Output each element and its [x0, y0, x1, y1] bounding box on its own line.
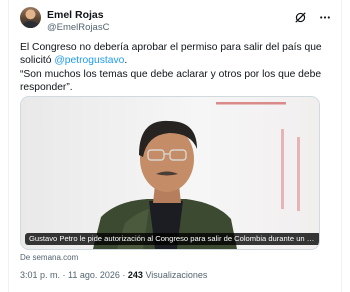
meta-separator-2: ·	[119, 270, 128, 280]
avatar[interactable]	[20, 7, 41, 28]
card-source[interactable]: De semana.com	[20, 253, 78, 262]
views-label: Visualizaciones	[145, 270, 208, 280]
timeline-right-border	[341, 0, 342, 292]
link-preview-card[interactable]: Gustavo Petro le pide autorización al Co…	[20, 96, 320, 250]
tweet-meta: 3:01 p. m. · 11 ago. 2026 · 243 Visualiz…	[20, 270, 207, 280]
author-name[interactable]: Emel Rojas	[47, 9, 104, 21]
card-caption: Gustavo Petro le pide autorización al Co…	[25, 233, 319, 245]
tweet-text: El Congreso no debería aprobar el permis…	[20, 41, 330, 94]
mention-suffix: .	[124, 55, 128, 67]
mention-link[interactable]: @petrogustavo	[54, 55, 124, 66]
tweet-date[interactable]: 11 ago. 2026	[68, 270, 120, 280]
card-image	[21, 97, 319, 249]
timeline-left-border	[8, 0, 9, 292]
author-handle[interactable]: @EmelRojasC	[47, 22, 109, 33]
views-count: 243	[127, 270, 143, 280]
tweet-header: Emel Rojas @EmelRojasC	[20, 7, 332, 37]
more-options-icon[interactable]	[318, 11, 332, 24]
tweet-time[interactable]: 3:01 p. m.	[20, 270, 60, 280]
meta-separator: ·	[60, 270, 69, 280]
grok-icon[interactable]	[294, 11, 307, 24]
tweet-quote: “Son muchos los temas que debe aclarar y…	[20, 68, 322, 93]
